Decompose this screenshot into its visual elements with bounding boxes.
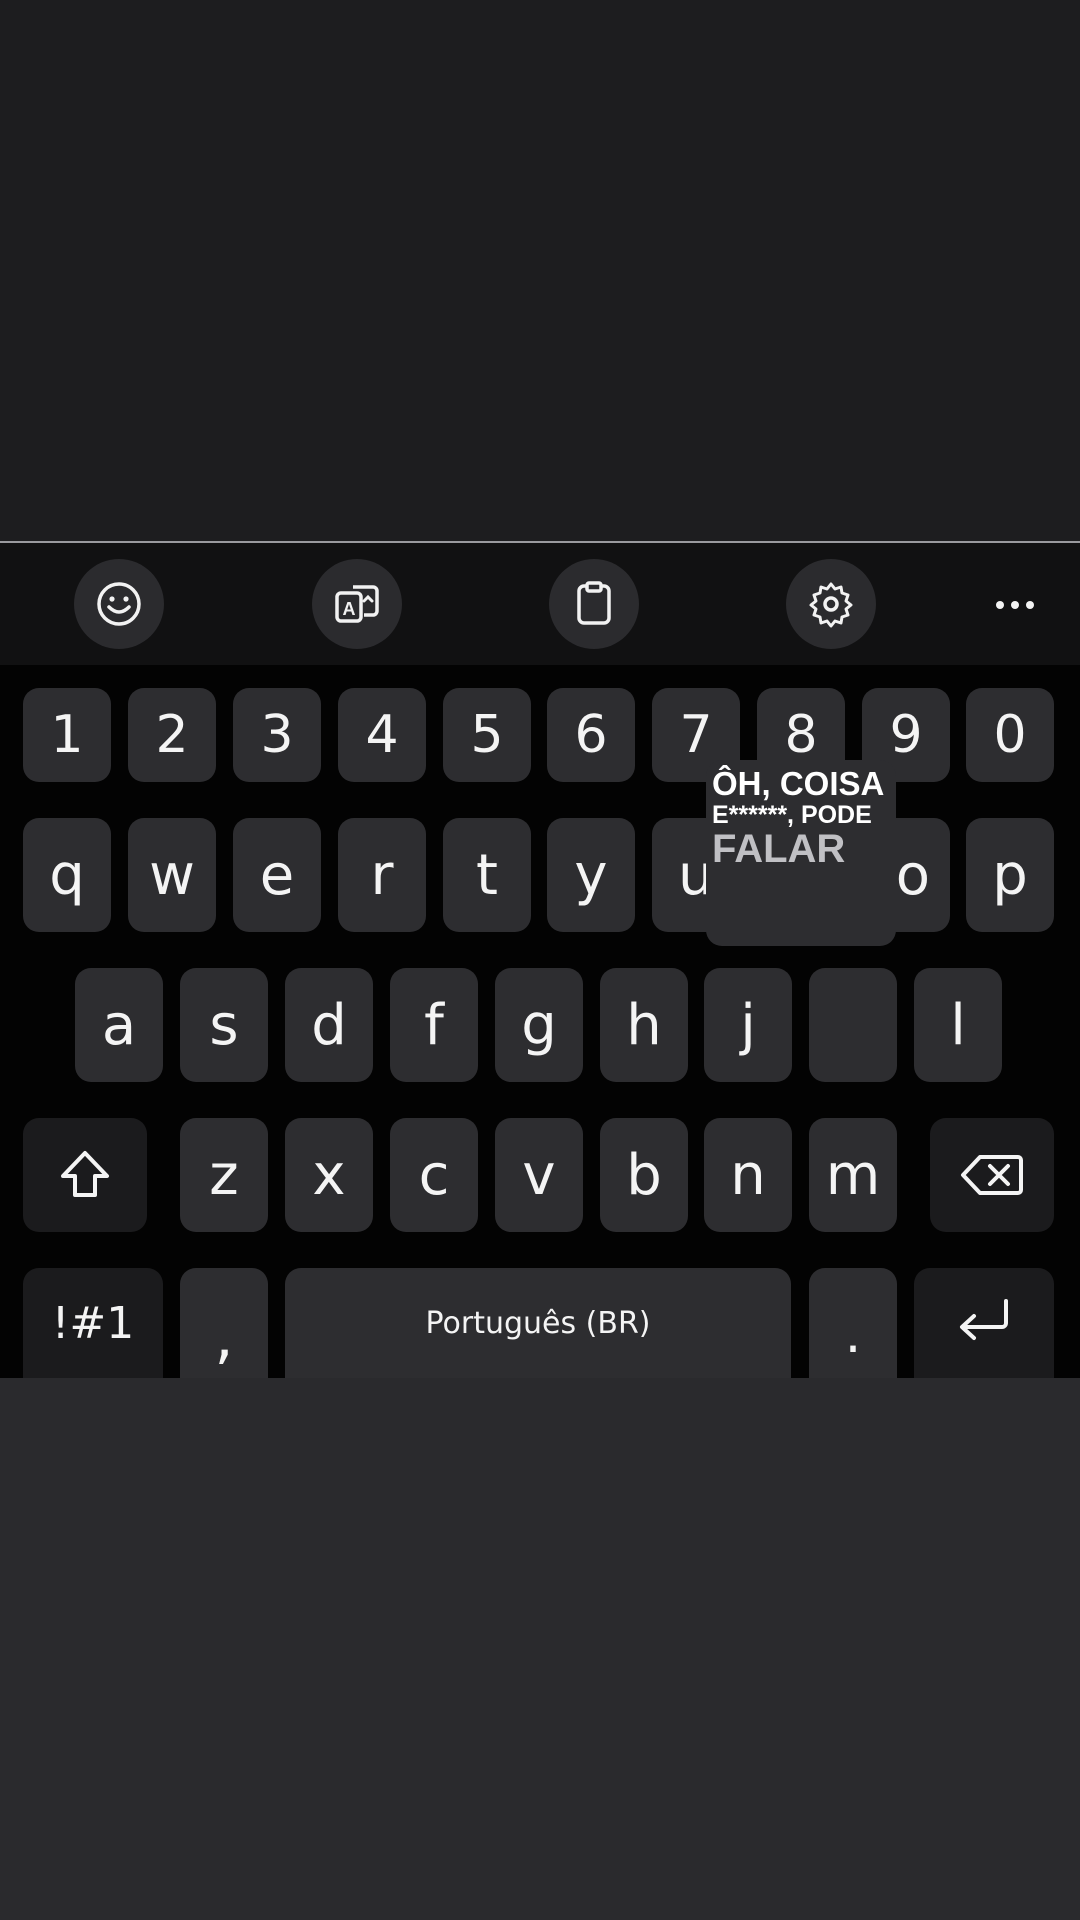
key-4[interactable]: 4 bbox=[338, 688, 426, 782]
more-options-button[interactable] bbox=[975, 575, 1055, 635]
key-n[interactable]: n bbox=[704, 1118, 792, 1232]
enter-key[interactable] bbox=[914, 1268, 1054, 1378]
emoji-icon bbox=[97, 582, 141, 626]
key-g[interactable]: g bbox=[495, 968, 583, 1082]
key-t[interactable]: t bbox=[443, 818, 531, 932]
key-v[interactable]: v bbox=[495, 1118, 583, 1232]
shift-key[interactable] bbox=[23, 1118, 147, 1232]
key-6[interactable]: 6 bbox=[547, 688, 635, 782]
key-m[interactable]: m bbox=[809, 1118, 897, 1232]
period-label: . bbox=[844, 1305, 862, 1365]
caption-line-1: ÔH, COISA bbox=[712, 765, 885, 802]
symbols-key[interactable]: !#1 bbox=[23, 1268, 163, 1378]
key-s[interactable]: s bbox=[180, 968, 268, 1082]
key-5[interactable]: 5 bbox=[443, 688, 531, 782]
bottom-background bbox=[0, 1378, 1080, 1920]
emoji-button[interactable] bbox=[74, 559, 164, 649]
key-y[interactable]: y bbox=[547, 818, 635, 932]
key-h[interactable]: h bbox=[600, 968, 688, 1082]
key-l[interactable]: l bbox=[914, 968, 1002, 1082]
key-a[interactable]: a bbox=[75, 968, 163, 1082]
key-x[interactable]: x bbox=[285, 1118, 373, 1232]
key-b[interactable]: b bbox=[600, 1118, 688, 1232]
space-key[interactable]: Português (BR) bbox=[285, 1268, 791, 1378]
key-d[interactable]: d bbox=[285, 968, 373, 1082]
app-content-area bbox=[0, 0, 1080, 543]
translate-button[interactable]: A bbox=[312, 559, 402, 649]
key-w[interactable]: w bbox=[128, 818, 216, 932]
key-f[interactable]: f bbox=[390, 968, 478, 1082]
key-3[interactable]: 3 bbox=[233, 688, 321, 782]
enter-return-icon bbox=[960, 1299, 1008, 1340]
key-e[interactable]: e bbox=[233, 818, 321, 932]
svg-text:A: A bbox=[343, 599, 356, 619]
key-z[interactable]: z bbox=[180, 1118, 268, 1232]
key-k[interactable] bbox=[809, 968, 897, 1082]
clipboard-button[interactable] bbox=[549, 559, 639, 649]
key-p[interactable]: p bbox=[966, 818, 1054, 932]
translate-icon: A bbox=[335, 585, 379, 623]
shift-arrow-icon bbox=[61, 1151, 109, 1197]
comma-key[interactable]: , bbox=[180, 1268, 268, 1378]
key-1[interactable]: 1 bbox=[23, 688, 111, 782]
key-c[interactable]: c bbox=[390, 1118, 478, 1232]
clipboard-icon bbox=[577, 581, 611, 625]
settings-button[interactable] bbox=[786, 559, 876, 649]
period-key[interactable]: . bbox=[809, 1268, 897, 1378]
backspace-key[interactable] bbox=[930, 1118, 1054, 1232]
key-2[interactable]: 2 bbox=[128, 688, 216, 782]
caption-line-3: FALAR bbox=[712, 827, 846, 871]
caption-overlay: ÔH, COISA E******, PODE FALAR bbox=[706, 760, 896, 946]
more-dots-icon bbox=[996, 601, 1004, 609]
key-0[interactable]: 0 bbox=[966, 688, 1054, 782]
caption-line-2: E******, PODE bbox=[712, 801, 872, 829]
key-j[interactable]: j bbox=[704, 968, 792, 1082]
backspace-icon bbox=[961, 1155, 1023, 1195]
comma-label: , bbox=[214, 1302, 234, 1372]
gear-icon bbox=[809, 582, 853, 628]
key-r[interactable]: r bbox=[338, 818, 426, 932]
key-q[interactable]: q bbox=[23, 818, 111, 932]
